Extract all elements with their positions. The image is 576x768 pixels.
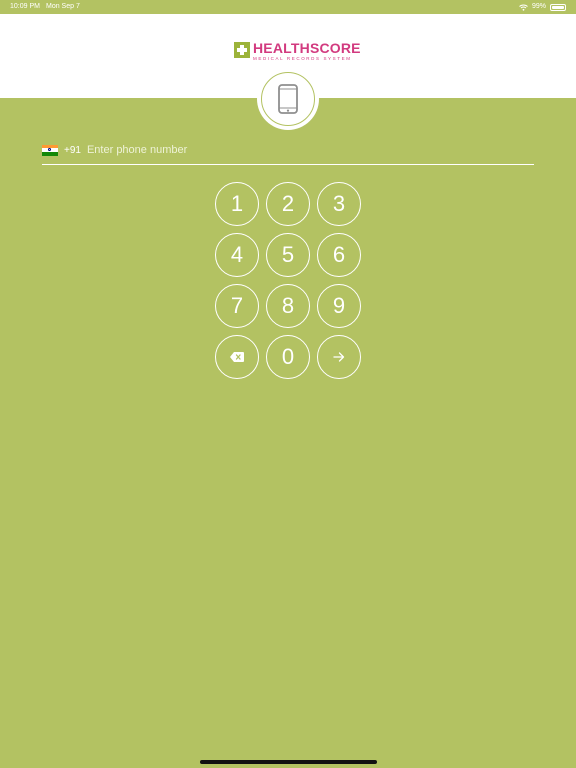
status-date: Mon Sep 7 [46,3,80,10]
logo-word-health: HEALTH [253,40,310,56]
india-flag-icon[interactable] [42,144,58,156]
status-bar: 10:09 PM Mon Sep 7 99% [0,0,576,14]
keypad-key-6[interactable]: 6 [317,233,361,277]
battery-icon [550,3,566,11]
keypad-key-3[interactable]: 3 [317,182,361,226]
backspace-button[interactable] [215,335,259,379]
submit-button[interactable] [317,335,361,379]
backspace-icon [230,352,244,362]
keypad-key-4[interactable]: 4 [215,233,259,277]
keypad-key-9[interactable]: 9 [317,284,361,328]
phone-badge [257,68,319,130]
home-indicator[interactable] [200,760,377,764]
country-code[interactable]: +91 [64,145,81,156]
keypad-key-2[interactable]: 2 [266,182,310,226]
logo-word-score: SCORE [309,40,361,56]
keypad-key-7[interactable]: 7 [215,284,259,328]
healthscore-logo: HEALTHSCORE MEDICAL RECORDS SYSTEM [234,41,361,62]
keypad-key-8[interactable]: 8 [266,284,310,328]
keypad-key-1[interactable]: 1 [215,182,259,226]
wifi-icon [519,4,528,11]
logo-text: HEALTHSCORE MEDICAL RECORDS SYSTEM [253,41,361,62]
battery-percent: 99% [531,3,546,10]
phone-input-row: +91 [42,140,534,165]
logo-wordmark: HEALTHSCORE [253,41,361,55]
mobile-phone-icon [278,84,298,119]
medical-cross-icon [234,42,250,58]
keypad-key-5[interactable]: 5 [266,233,310,277]
keypad: 1 2 3 4 5 6 7 8 9 0 [215,182,361,379]
phone-number-input[interactable] [86,144,534,156]
arrow-right-icon [333,352,345,362]
status-time: 10:09 PM [10,3,40,10]
logo-subtitle: MEDICAL RECORDS SYSTEM [253,56,352,61]
keypad-key-0[interactable]: 0 [266,335,310,379]
status-right: 99% [519,0,566,14]
